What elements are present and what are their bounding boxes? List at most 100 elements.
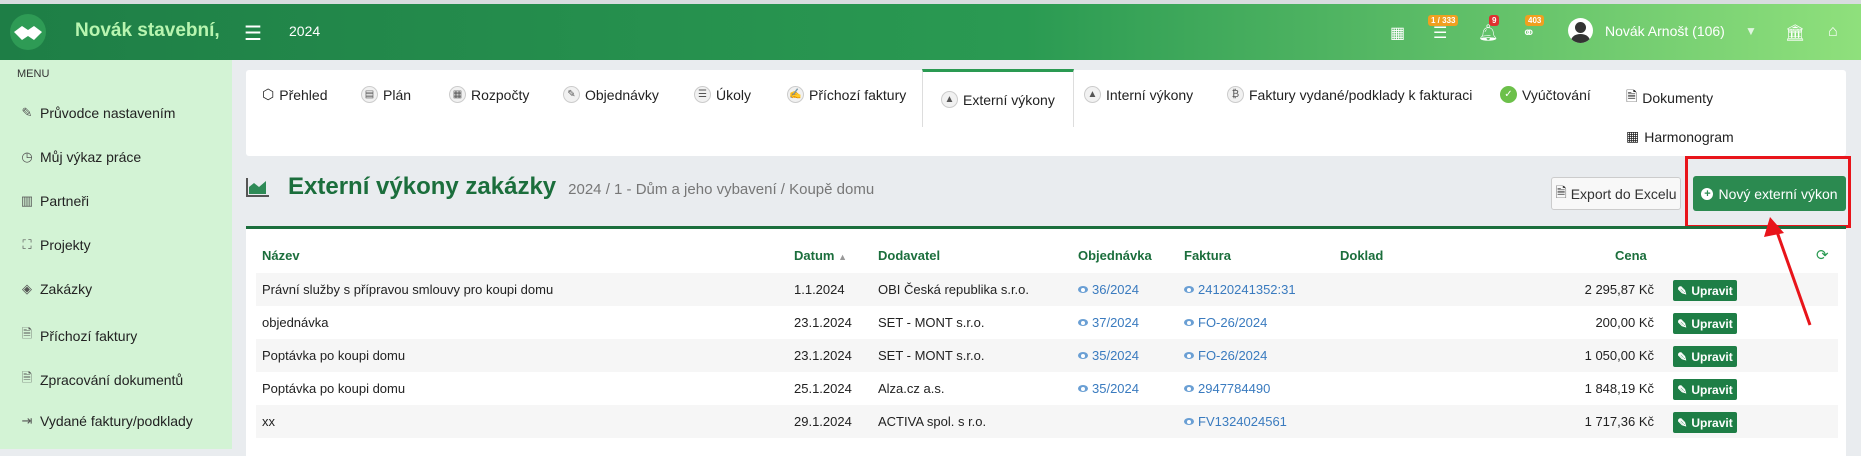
cube-icon: ◈ <box>22 281 32 296</box>
tab-purchase-orders[interactable]: ✎ Objednávky <box>563 86 659 103</box>
tab-overview[interactable]: ⬡ Přehled <box>262 86 328 103</box>
bell-icon[interactable]: 🔔︎ <box>1478 23 1498 43</box>
calendar-icon: ▦ <box>1626 128 1640 144</box>
pencil-icon: ✎ <box>1677 349 1688 364</box>
invoice-icon: ✍ <box>787 86 804 103</box>
edit-button[interactable]: ✎ Upravit <box>1673 313 1737 334</box>
sidebar: MENU ✎ Průvodce nastavením ◷ Můj výkaz prá… <box>0 60 232 449</box>
tasks-icon[interactable]: ☰ <box>1433 23 1447 43</box>
brand-name[interactable]: Novák stavební, <box>75 20 220 42</box>
user-menu[interactable]: Novák Arnošt (106) <box>1568 18 1725 43</box>
orders-icon: ✎ <box>563 86 580 103</box>
table-row: Poptávka po koupi domu 25.1.2024 Alza.cz… <box>256 372 1838 405</box>
tab-plan[interactable]: ▤ Plán <box>361 86 411 103</box>
edit-button[interactable]: ✎ Upravit <box>1673 346 1737 367</box>
document-icon: 🗎︎ <box>21 370 33 385</box>
avatar <box>1568 18 1593 43</box>
column-header-invoice[interactable]: Faktura <box>1184 248 1231 263</box>
eye-icon <box>1078 352 1088 359</box>
column-header-order[interactable]: Objednávka <box>1078 248 1152 263</box>
pencil-icon: ✎ <box>1677 415 1688 430</box>
order-link[interactable]: 37/2024 <box>1078 315 1139 330</box>
sidebar-item-issued-invoices[interactable]: ⇥ Vydané faktury/podklady <box>20 413 193 429</box>
tab-external-work[interactable]: ▲ Externí výkony <box>922 69 1074 127</box>
sidebar-item-orders[interactable]: ◈ Zakázky <box>20 281 92 297</box>
edit-button[interactable]: ✎ Upravit <box>1673 412 1737 433</box>
menu-heading: MENU <box>17 68 50 80</box>
check-icon: ✓ <box>1500 86 1517 103</box>
sidebar-item-projects[interactable]: ⛶ Projekty <box>20 237 90 253</box>
tab-documents[interactable]: 🗎︎ Dokumenty <box>1626 86 1713 110</box>
column-header-supplier[interactable]: Dodavatel <box>878 248 940 263</box>
document-icon: 🗎︎ <box>21 326 33 341</box>
export-excel-button[interactable]: 🗎︎ Export do Excelu <box>1551 177 1681 210</box>
column-header-date[interactable]: Datum ▲ <box>794 248 847 263</box>
order-link[interactable]: 35/2024 <box>1078 381 1139 396</box>
sidebar-item-setup-guide[interactable]: ✎ Průvodce nastavením <box>20 105 176 121</box>
table-row: Právní služby s přípravou smlouvy pro ko… <box>256 273 1838 306</box>
internal-work-icon: ▲ <box>1084 86 1101 103</box>
sidebar-item-incoming-invoices[interactable]: 🗎︎ Příchozí faktury <box>20 325 138 347</box>
budget-icon: ▦ <box>449 86 466 103</box>
column-header-name[interactable]: Název <box>262 248 300 263</box>
top-bar: Novák stavební, ☰ 2024 ▦ ☰ 1 / 333 🔔︎ 9 … <box>0 0 1861 60</box>
pencil-icon: ✎ <box>1677 316 1688 331</box>
invoice-link[interactable]: FV1324024561 <box>1184 414 1287 429</box>
bank-icon[interactable]: 🏛︎ <box>1785 23 1805 43</box>
eye-icon <box>1078 319 1088 326</box>
hamburger-menu-icon[interactable]: ☰ <box>244 21 262 46</box>
invoice-link[interactable]: 24120241352:31 <box>1184 282 1296 297</box>
column-header-price[interactable]: Cena <box>1615 248 1647 263</box>
invoice-link[interactable]: FO-26/2024 <box>1184 348 1267 363</box>
order-link[interactable]: 36/2024 <box>1078 282 1139 297</box>
tab-budgets[interactable]: ▦ Rozpočty <box>449 86 529 103</box>
pencil-icon: ✎ <box>21 105 33 120</box>
external-work-table: Název Datum ▲ Dodavatel Objednávka Faktu… <box>246 226 1846 456</box>
handshake-logo-icon[interactable] <box>8 12 48 52</box>
sidebar-item-partners[interactable]: ▥ Partneři <box>20 193 89 209</box>
clock-icon: ◷ <box>21 149 33 164</box>
pencil-icon: ✎ <box>1677 283 1688 298</box>
handshake-icon[interactable]: ⚭ <box>1522 23 1535 43</box>
other-badge: 403 <box>1525 15 1545 26</box>
edit-button[interactable]: ✎ Upravit <box>1673 379 1737 400</box>
breadcrumb: 2024 / 1 - Dům a jeho vybavení / Koupě d… <box>568 181 875 198</box>
cube-icon: ⬡ <box>262 86 275 102</box>
plan-icon: ▤ <box>361 86 378 103</box>
tab-issued-invoices[interactable]: ₿ Faktury vydané/podklady k fakturaci <box>1227 86 1472 103</box>
tab-bar: ⬡ Přehled ▤ Plán ▦ Rozpočty ✎ Objednávky ☰ Úk… <box>246 69 1846 156</box>
tab-incoming-invoices[interactable]: ✍ Příchozí faktury <box>787 86 906 103</box>
external-work-icon: ▲ <box>941 91 958 108</box>
table-row: Poptávka po koupi domu 23.1.2024 SET - M… <box>256 339 1838 372</box>
user-name: Novák Arnošt (106) <box>1605 22 1725 39</box>
eye-icon <box>1184 286 1194 293</box>
chevron-down-icon[interactable]: ▼ <box>1745 24 1757 38</box>
tab-internal-work[interactable]: ▲ Interní výkony <box>1084 86 1193 103</box>
issued-invoice-icon: ₿ <box>1227 86 1244 103</box>
annotation-arrow <box>1764 217 1812 326</box>
area-chart-icon <box>246 178 269 197</box>
home-icon[interactable]: ⌂ <box>1828 23 1838 41</box>
tab-schedule[interactable]: ▦ Harmonogram <box>1626 128 1734 145</box>
tab-tasks[interactable]: ☰ Úkoly <box>694 86 751 103</box>
calendar-icon[interactable]: ▦ <box>1390 23 1405 43</box>
edit-button[interactable]: ✎ Upravit <box>1673 280 1737 301</box>
invoice-link[interactable]: 2947784490 <box>1184 381 1270 396</box>
order-link[interactable]: 35/2024 <box>1078 348 1139 363</box>
sort-asc-icon: ▲ <box>838 252 847 262</box>
year-selector[interactable]: 2024 <box>289 23 320 39</box>
building-icon: ▥ <box>20 193 34 208</box>
page-title: Externí výkony zakázky <box>288 173 557 200</box>
eye-icon <box>1078 385 1088 392</box>
tab-billing[interactable]: ✓ Vyúčtování <box>1500 86 1591 103</box>
excel-file-icon: 🗎︎ <box>1555 183 1567 200</box>
eye-icon <box>1184 418 1194 425</box>
column-header-doc[interactable]: Doklad <box>1340 248 1383 263</box>
document-icon: 🗎︎ <box>1626 88 1638 104</box>
sidebar-item-documents-processing[interactable]: 🗎︎ Zpracování dokumentů <box>20 369 183 391</box>
invoice-link[interactable]: FO-26/2024 <box>1184 315 1267 330</box>
eye-icon <box>1184 385 1194 392</box>
eye-icon <box>1078 286 1088 293</box>
table-row: xx 29.1.2024 ACTIVA spol. s r.o. FV13240… <box>256 405 1838 438</box>
sidebar-item-my-work[interactable]: ◷ Můj výkaz práce <box>20 149 141 165</box>
